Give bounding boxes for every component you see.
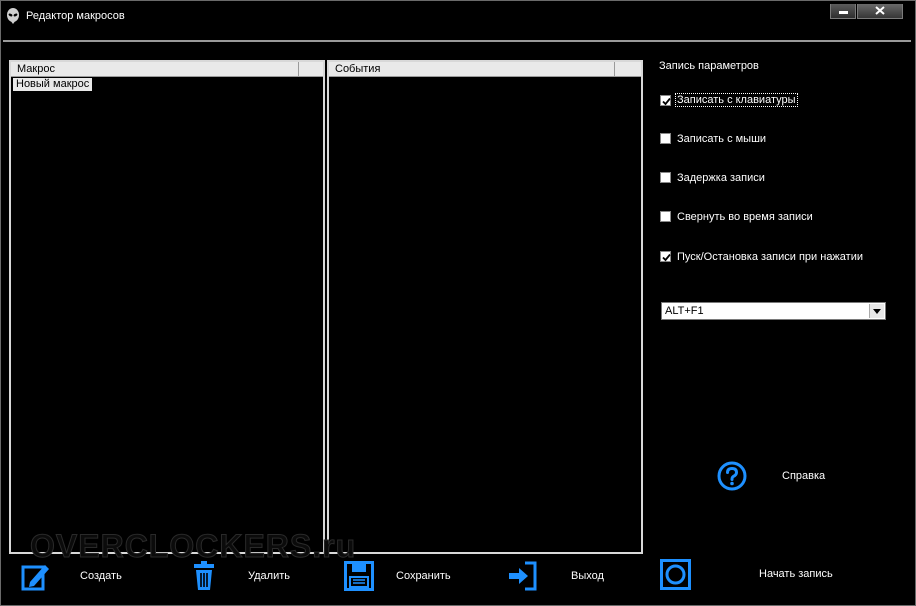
column-divider — [298, 62, 299, 77]
question-circle-icon — [717, 461, 747, 491]
window-title: Редактор макросов — [26, 10, 125, 22]
hotkey-dropdown[interactable]: ALT+F1 — [661, 302, 886, 320]
record-delay-checkbox[interactable] — [660, 172, 671, 183]
start-stop-hotkey-checkbox[interactable] — [660, 251, 671, 262]
check-icon — [662, 97, 671, 106]
keyboard-record-checkbox[interactable] — [660, 95, 671, 106]
minimize-icon — [839, 11, 848, 14]
create-button[interactable] — [21, 561, 51, 591]
minimize-while-recording-label[interactable]: Свернуть во время записи — [677, 211, 813, 223]
close-icon — [875, 6, 885, 15]
floppy-disk-icon — [344, 561, 374, 591]
watermark: OVERCLOCKERS.ru — [29, 528, 357, 565]
edit-icon — [21, 565, 49, 591]
exit-label[interactable]: Выход — [571, 570, 604, 582]
events-list[interactable]: События — [327, 60, 643, 554]
alienware-logo-icon — [6, 8, 20, 24]
options-title: Запись параметров — [659, 60, 759, 72]
minimize-while-recording-checkbox[interactable] — [660, 211, 671, 222]
check-icon — [662, 253, 671, 262]
hotkey-value: ALT+F1 — [665, 305, 704, 317]
mouse-record-checkbox[interactable] — [660, 133, 671, 144]
dropdown-arrow-button[interactable] — [869, 304, 884, 318]
create-label[interactable]: Создать — [80, 570, 122, 582]
save-label[interactable]: Сохранить — [396, 570, 451, 582]
record-icon — [660, 559, 691, 590]
trash-icon — [194, 561, 214, 590]
exit-door-icon — [509, 561, 537, 591]
mouse-record-label[interactable]: Записать с мыши — [677, 133, 766, 145]
minimize-button[interactable] — [830, 4, 856, 19]
macro-list[interactable]: Макрос Новый макрос — [9, 60, 325, 554]
column-divider — [614, 62, 615, 77]
macro-column-header[interactable]: Макрос — [11, 62, 323, 77]
chevron-down-icon — [873, 309, 881, 314]
macro-column-label: Макрос — [17, 63, 55, 75]
delete-button[interactable] — [193, 561, 215, 591]
events-column-label: События — [335, 63, 381, 75]
start-stop-hotkey-label[interactable]: Пуск/Остановка записи при нажатии — [677, 251, 863, 263]
help-label[interactable]: Справка — [782, 470, 825, 482]
record-button[interactable] — [660, 559, 691, 590]
help-button[interactable] — [717, 461, 747, 491]
save-button[interactable] — [344, 561, 374, 591]
delete-label[interactable]: Удалить — [248, 570, 290, 582]
keyboard-record-label[interactable]: Записать с клавиатуры — [675, 93, 798, 107]
list-item[interactable]: Новый макрос — [13, 78, 93, 91]
events-column-header[interactable]: События — [329, 62, 641, 77]
close-button[interactable] — [857, 4, 903, 19]
record-label[interactable]: Начать запись — [759, 568, 833, 580]
record-delay-label[interactable]: Задержка записи — [677, 172, 765, 184]
title-separator — [3, 40, 911, 42]
exit-button[interactable] — [509, 561, 537, 591]
